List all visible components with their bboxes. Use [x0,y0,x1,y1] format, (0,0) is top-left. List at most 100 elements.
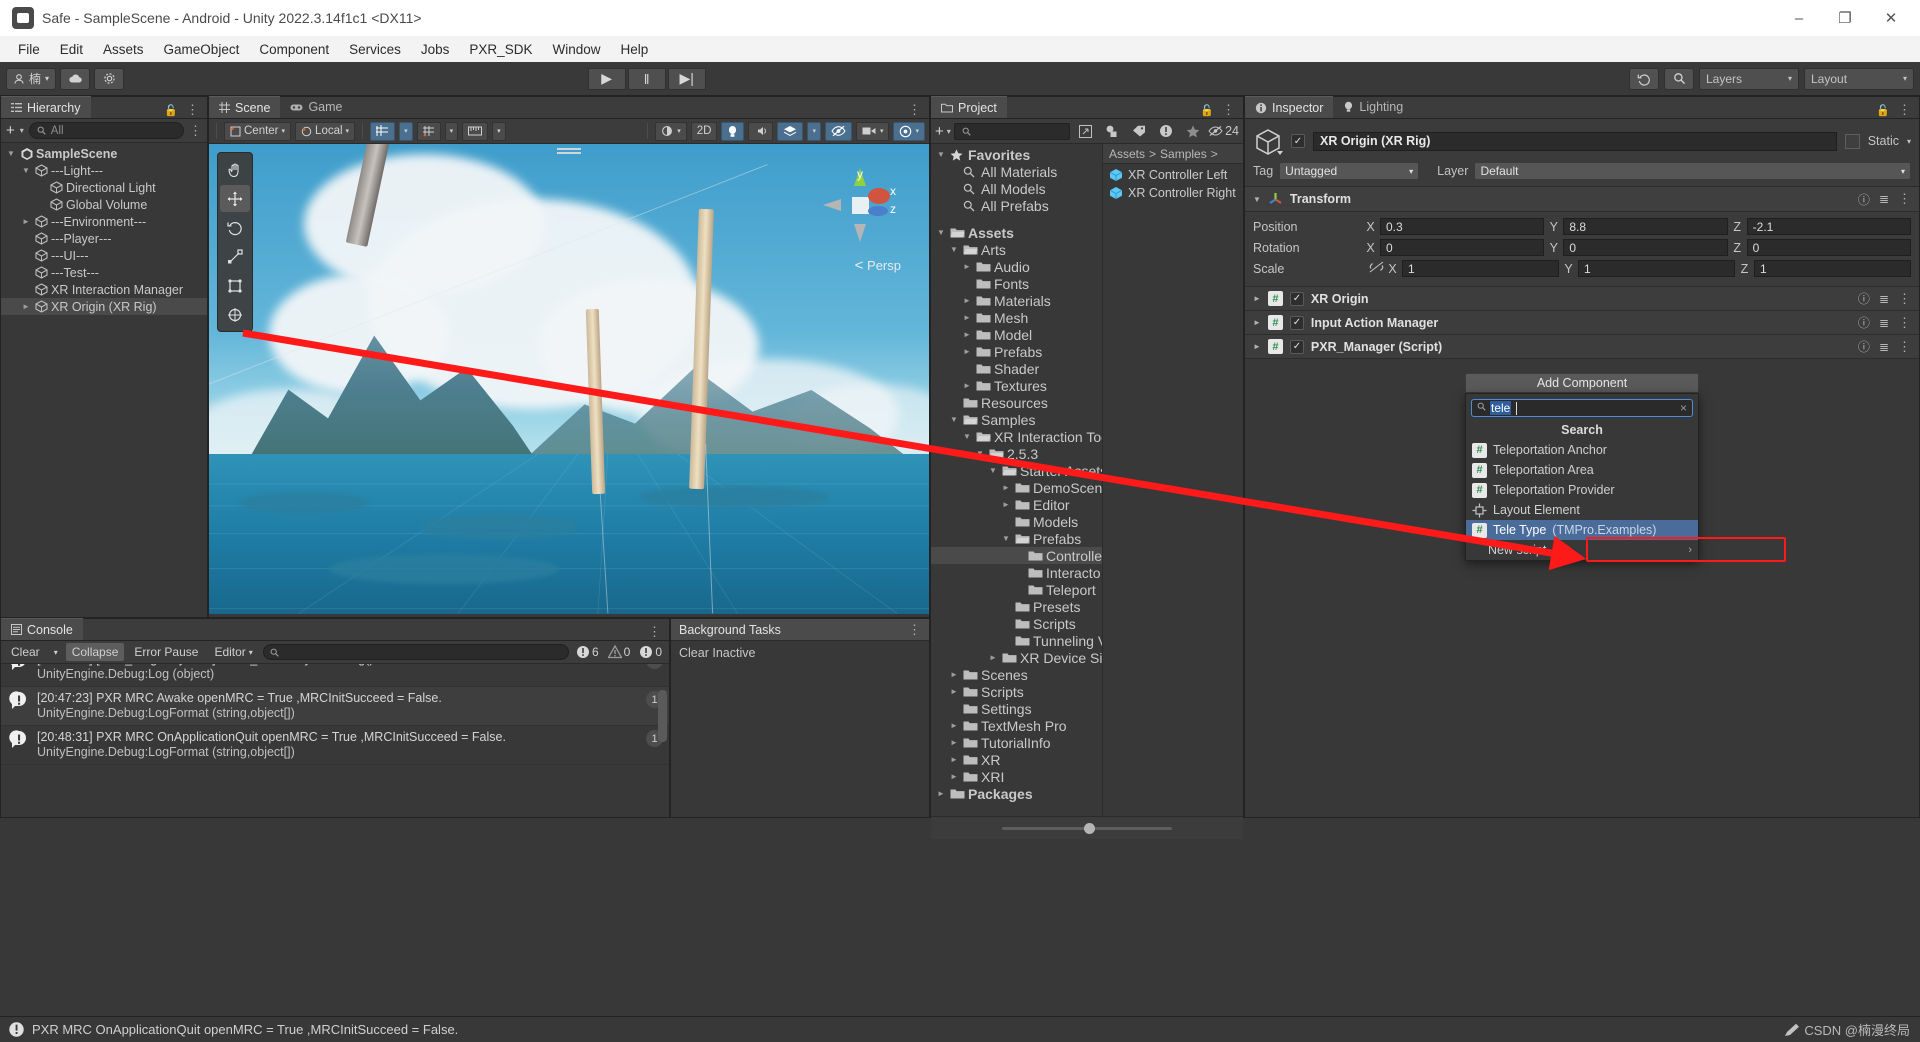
pivot-mode-button[interactable]: Center ▾ [224,121,292,141]
console-log-entry-2[interactable]: [20:48:31] PXR MRC OnApplicationQuit ope… [1,726,669,765]
foldout-arrow-icon[interactable]: ► [948,755,960,764]
project-tree-item-17[interactable]: ▼ XR Interaction Tool [931,428,1102,445]
foldout-arrow-icon[interactable]: ► [948,670,960,679]
foldout-arrow-icon[interactable]: ► [1253,294,1261,303]
tab-scene[interactable]: Scene [209,96,281,118]
foldout-arrow-icon[interactable]: ► [1253,342,1261,351]
breadcrumb-item-0[interactable]: Assets [1109,147,1145,161]
menu-gameobject[interactable]: GameObject [154,39,250,60]
settings-button[interactable] [94,67,125,90]
layers-dropdown[interactable]: Layers ▾ [1699,67,1799,90]
console-scrollbar[interactable] [658,664,667,816]
account-button[interactable]: 楠 ▾ [6,67,57,90]
foldout-arrow-icon[interactable]: ► [961,296,973,305]
component-row-1[interactable]: ► # ✓ Input Action Manager ⓘ ≣ ⋮ [1245,311,1919,335]
menu-services[interactable]: Services [339,39,411,60]
rotation-x-field[interactable]: 0 [1380,239,1545,256]
warning-count[interactable]: 0 [605,645,634,659]
project-menu-icon[interactable]: ⋮ [1222,102,1235,118]
clear-button[interactable]: Clear [5,643,46,661]
project-search-expand-button[interactable] [1073,122,1097,141]
hierarchy-item-7[interactable]: ---Test--- [1,264,207,281]
background-tasks-menu-icon[interactable]: ⋮ [908,622,921,638]
viewport-toolbar-handle[interactable] [557,148,581,150]
position-x-field[interactable]: 0.3 [1380,218,1545,235]
foldout-arrow-icon[interactable]: ▼ [935,228,947,237]
gameobject-enabled-checkbox[interactable]: ✓ [1291,134,1305,148]
editor-dropdown[interactable]: Editor ▾ [208,643,258,661]
project-tree-item-18[interactable]: ▼ 2.5.3 [931,445,1102,462]
project-tree-item-16[interactable]: ▼ Samples [931,411,1102,428]
component-result-3[interactable]: Layout Element [1466,500,1698,520]
breadcrumb-item-1[interactable]: Samples [1160,147,1207,161]
project-tree-item-3[interactable]: All Prefabs [931,197,1102,214]
scene-visibility-button[interactable] [824,121,852,141]
project-tree-item-24[interactable]: Controlle [931,547,1102,564]
console-menu-icon[interactable]: ⋮ [648,624,661,640]
preset-icon[interactable]: ≣ [1879,340,1889,354]
project-tree-item-31[interactable]: ► Scenes [931,666,1102,683]
foldout-arrow-icon[interactable]: ▼ [961,432,973,441]
foldout-arrow-icon[interactable]: ► [948,721,960,730]
project-tree-item-28[interactable]: Scripts [931,615,1102,632]
menu-pxr-sdk[interactable]: PXR_SDK [459,39,542,60]
move-tool-button[interactable] [220,185,250,212]
scene-lighting-button[interactable] [721,121,745,141]
tab-game[interactable]: Game [280,96,352,118]
menu-file[interactable]: File [8,39,50,60]
foldout-arrow-icon[interactable]: ▼ [948,245,960,254]
grid-visibility-dropdown[interactable]: ▾ [444,121,459,141]
component-menu-icon[interactable]: ⋮ [1898,191,1911,207]
project-tree-item-21[interactable]: ► Editor [931,496,1102,513]
project-tree-item-30[interactable]: ► XR Device Sim [931,649,1102,666]
lock-icon[interactable]: 🔓 [164,104,178,117]
rect-tool-button[interactable] [220,272,250,299]
tab-inspector[interactable]: Inspector [1245,96,1334,118]
scene-camera-button[interactable]: ▾ [855,121,890,141]
help-icon[interactable]: ⓘ [1858,191,1870,208]
hand-tool-button[interactable] [220,156,250,183]
hierarchy-item-9[interactable]: ► XR Origin (XR Rig) [1,298,207,315]
foldout-arrow-icon[interactable]: ► [948,687,960,696]
component-menu-icon[interactable]: ⋮ [1898,291,1911,307]
project-tree-item-11[interactable]: ► Model [931,326,1102,343]
tab-console[interactable]: Console [1,618,83,640]
foldout-arrow-icon[interactable]: ► [987,653,999,662]
search-button[interactable] [1664,67,1694,90]
lock-icon[interactable]: 🔓 [1876,104,1890,117]
rotation-y-field[interactable]: 0 [1563,239,1728,256]
hierarchy-search-input[interactable]: All [28,122,184,139]
project-tree-item-38[interactable]: ► Packages [931,785,1102,802]
log-count[interactable]: 6 [573,645,602,659]
component-enabled-checkbox[interactable]: ✓ [1289,291,1304,306]
inspector-menu-icon[interactable]: ⋮ [1898,102,1911,118]
position-z-field[interactable]: -2.1 [1746,218,1911,235]
scrollbar-thumb[interactable] [658,690,667,742]
foldout-arrow-icon[interactable]: ▼ [20,166,32,175]
scene-fx-dropdown[interactable]: ▾ [807,121,821,141]
component-search-input[interactable]: tele × [1471,399,1693,417]
rotation-z-field[interactable]: 0 [1746,239,1911,256]
maximize-button[interactable]: ❐ [1822,0,1868,36]
slider-knob[interactable] [1083,822,1095,834]
preset-icon[interactable]: ≣ [1879,292,1889,306]
foldout-arrow-icon[interactable]: ► [961,262,973,271]
minimize-button[interactable]: – [1776,0,1822,36]
project-tree-item-29[interactable]: Tunneling V [931,632,1102,649]
foldout-arrow-icon[interactable]: ▼ [5,149,17,158]
foldout-arrow-icon[interactable]: ► [1000,500,1012,509]
scale-x-field[interactable]: 1 [1402,260,1559,277]
filter-label-button[interactable] [1127,122,1151,141]
menu-window[interactable]: Window [542,39,610,60]
project-tree-item-32[interactable]: ► Scripts [931,683,1102,700]
project-tree-item-6[interactable]: ▼ Arts [931,241,1102,258]
asset-item-0[interactable]: XR Controller Left [1103,166,1243,184]
hierarchy-options-icon[interactable]: ⋮ [189,123,202,139]
foldout-arrow-icon[interactable]: ► [948,738,960,747]
project-tree-item-8[interactable]: Fonts [931,275,1102,292]
foldout-arrow-icon[interactable]: ► [1000,483,1012,492]
hidden-assets-button[interactable]: 24 [1208,122,1239,141]
history-button[interactable] [1629,67,1659,90]
foldout-arrow-icon[interactable]: ▼ [987,466,999,475]
component-row-0[interactable]: ► # ✓ XR Origin ⓘ ≣ ⋮ [1245,287,1919,311]
